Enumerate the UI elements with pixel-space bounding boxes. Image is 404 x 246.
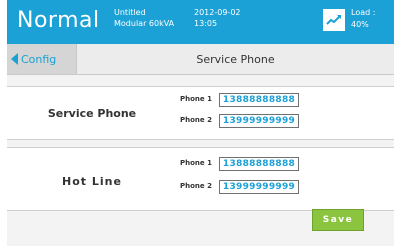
model-name: Untitled	[114, 8, 146, 17]
datetime: 2012-09-02 13:05	[194, 7, 241, 29]
model-info: Untitled Modular 60kVA	[114, 7, 174, 29]
phone-value: 13888888888	[222, 95, 296, 105]
back-arrow-icon	[11, 53, 18, 65]
phone-input[interactable]: 13999999999	[219, 180, 299, 194]
phone-label: Phone 1	[180, 95, 212, 103]
status-header: Normal Untitled Modular 60kVA 2012-09-02…	[7, 0, 394, 44]
screen: Normal Untitled Modular 60kVA 2012-09-02…	[0, 0, 404, 246]
section-label: Hot Line	[62, 175, 122, 188]
phone-input[interactable]: 13999999999	[219, 114, 299, 128]
back-button[interactable]: Config	[7, 44, 77, 74]
phone-label: Phone 2	[180, 116, 212, 124]
phone-input[interactable]: 13888888888	[219, 157, 299, 171]
nav-bar: Config Service Phone	[7, 44, 394, 75]
load-label: Load :	[351, 8, 376, 17]
content-area: Service Phone Phone 1 13888888888 Phone …	[7, 75, 394, 246]
save-button[interactable]: Save	[312, 209, 364, 231]
phone-label: Phone 1	[180, 159, 212, 167]
load-readout: Load : 40%	[351, 7, 375, 31]
service-phone-section: Service Phone Phone 1 13888888888 Phone …	[7, 86, 394, 140]
phone-value: 13999999999	[222, 116, 296, 126]
back-button-label: Config	[21, 52, 57, 66]
page-title: Service Phone	[196, 52, 275, 66]
date-text: 2012-09-02	[194, 8, 241, 17]
model-rating: Modular 60kVA	[114, 19, 175, 28]
time-text: 13:05	[194, 19, 218, 28]
section-label: Service Phone	[47, 107, 137, 120]
hot-line-section: Hot Line Phone 1 13888888888 Phone 2 139…	[7, 147, 394, 211]
phone-label: Phone 2	[180, 182, 212, 190]
load-value: 40%	[351, 20, 369, 29]
load-monitor-icon	[323, 9, 345, 31]
phone-input[interactable]: 13888888888	[219, 93, 299, 107]
mode-label: Normal	[17, 8, 100, 33]
phone-value: 13999999999	[222, 182, 296, 192]
phone-value: 13888888888	[222, 159, 296, 169]
